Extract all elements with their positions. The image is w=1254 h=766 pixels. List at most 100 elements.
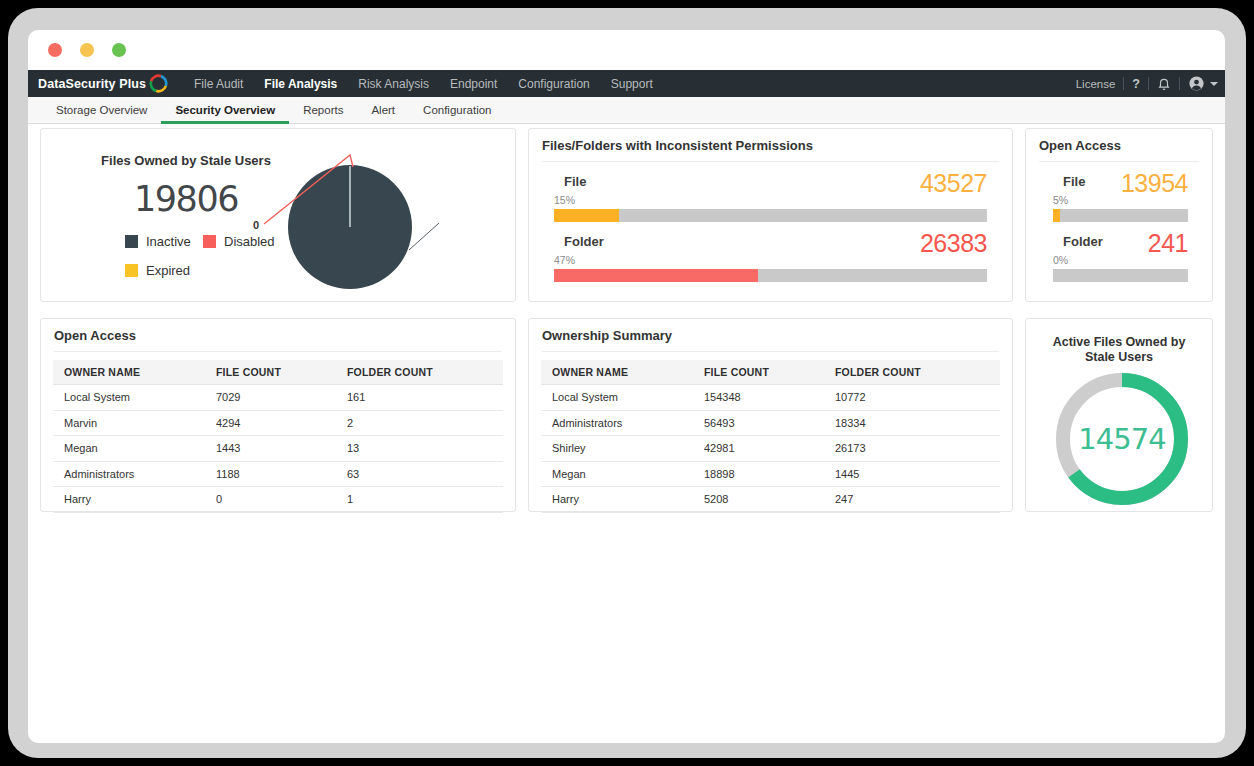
nav-right-actions: License ? xyxy=(1076,75,1225,92)
table-cell: 18334 xyxy=(824,417,1000,429)
card-title: Ownership Summary xyxy=(529,319,1012,351)
table-cell: 247 xyxy=(824,493,1000,505)
table-cell: 1188 xyxy=(205,468,336,480)
help-icon[interactable]: ? xyxy=(1132,77,1140,91)
table-header-row: OWNER NAMEFILE COUNTFOLDER COUNT xyxy=(53,360,503,385)
table-row: Local System7029161 xyxy=(53,385,503,411)
open-access-bars: File139545%Folder 241 0% xyxy=(1053,173,1188,293)
metric-progress-fill xyxy=(554,269,758,282)
card-inconsistent-permissions: Files/Folders with Inconsistent Permissi… xyxy=(528,128,1013,302)
table-cell: 26173 xyxy=(824,442,1000,454)
column-header-owner-name: OWNER NAME xyxy=(541,366,693,378)
legend-item-disabled: Disabled xyxy=(203,234,275,249)
table-row: Administrators118863 xyxy=(53,462,503,488)
metric-percent: 0% xyxy=(1053,254,1068,266)
nav-item-configuration[interactable]: Configuration xyxy=(518,77,589,91)
card-active-files-donut: Active Files Owned by Stale Users 14574 xyxy=(1025,318,1213,512)
app-logo[interactable]: DataSecurity Plus xyxy=(38,74,168,93)
metric-percent: 15% xyxy=(554,194,575,206)
metric-row-folder: Folder 26383 47% xyxy=(554,233,987,293)
tab-security-overview[interactable]: Security Overview xyxy=(161,97,289,123)
app-logo-text: DataSecurity Plus xyxy=(38,77,146,91)
tab-reports[interactable]: Reports xyxy=(289,97,357,123)
metric-value: 26383 xyxy=(920,230,987,256)
table-cell: Megan xyxy=(541,468,693,480)
tab-alert[interactable]: Alert xyxy=(357,97,409,123)
nav-item-endpoint[interactable]: Endpoint xyxy=(450,77,497,91)
nav-item-support[interactable]: Support xyxy=(611,77,653,91)
card-open-access-table: Open Access OWNER NAMEFILE COUNTFOLDER C… xyxy=(40,318,516,512)
metric-percent: 47% xyxy=(554,254,575,266)
divider xyxy=(542,161,999,162)
metric-percent: 5% xyxy=(1053,194,1068,206)
metric-progressbar xyxy=(1053,269,1188,282)
app-window: DataSecurity Plus File Audit File Analysi… xyxy=(28,30,1225,743)
brand-swirl-icon xyxy=(147,72,171,96)
active-files-donut-chart: 14574 xyxy=(1026,319,1212,511)
legend-swatch xyxy=(203,235,216,248)
table-header-row: OWNER NAMEFILE COUNTFOLDER COUNT xyxy=(541,360,1000,385)
open-access-table: OWNER NAMEFILE COUNTFOLDER COUNTLocal Sy… xyxy=(53,360,503,513)
nav-separator xyxy=(1123,77,1124,90)
table-cell: 10772 xyxy=(824,391,1000,403)
metric-value: 241 xyxy=(1148,230,1188,256)
minimize-window-button[interactable] xyxy=(80,43,94,57)
table-row: Shirley4298126173 xyxy=(541,436,1000,462)
table-cell: 63 xyxy=(336,468,503,480)
notifications-bell-icon[interactable] xyxy=(1157,76,1171,91)
table-cell: 154348 xyxy=(693,391,824,403)
table-row: Local System15434810772 xyxy=(541,385,1000,411)
user-menu-caret-icon[interactable] xyxy=(1210,82,1218,86)
screen-background: DataSecurity Plus File Audit File Analysi… xyxy=(8,8,1246,758)
table-row: Harry5208247 xyxy=(541,487,1000,513)
metric-progress-fill xyxy=(1053,209,1060,222)
metric-progressbar xyxy=(554,209,987,222)
close-window-button[interactable] xyxy=(48,43,62,57)
legend-swatch xyxy=(125,264,138,277)
card-title: Files Owned by Stale Users xyxy=(41,153,331,168)
window-titlebar xyxy=(28,30,1225,70)
table-cell: 4294 xyxy=(205,417,336,429)
table-cell: Shirley xyxy=(541,442,693,454)
table-cell: Marvin xyxy=(53,417,205,429)
table-cell: Megan xyxy=(53,442,205,454)
table-cell: Harry xyxy=(541,493,693,505)
metric-row-folder: Folder 241 0% xyxy=(1053,233,1188,293)
table-row: Megan188981445 xyxy=(541,462,1000,488)
table-cell: Administrators xyxy=(541,417,693,429)
nav-separator xyxy=(1148,77,1149,90)
metric-label: Folder xyxy=(564,234,604,249)
column-header-file-count: FILE COUNT xyxy=(693,366,824,378)
nav-separator xyxy=(1179,77,1180,90)
nav-item-risk-analysis[interactable]: Risk Analysis xyxy=(358,77,429,91)
column-header-owner-name: OWNER NAME xyxy=(53,366,205,378)
table-cell: 5208 xyxy=(693,493,824,505)
metric-label: Folder xyxy=(1063,234,1103,249)
metric-value: 43527 xyxy=(920,170,987,196)
tab-storage-overview[interactable]: Storage Overview xyxy=(42,97,161,123)
metric-progressbar xyxy=(1053,209,1188,222)
table-row: Megan144313 xyxy=(53,436,503,462)
column-header-folder-count: FOLDER COUNT xyxy=(824,366,1000,378)
table-cell: 161 xyxy=(336,391,503,403)
divider xyxy=(542,351,999,352)
metric-row-file: File4352715% xyxy=(554,173,987,233)
card-open-access-summary: Open Access File139545%Folder2410% xyxy=(1025,128,1213,302)
metric-progress-fill xyxy=(554,209,619,222)
tab-configuration[interactable]: Configuration xyxy=(409,97,505,123)
table-cell: 56493 xyxy=(693,417,824,429)
column-header-folder-count: FOLDER COUNT xyxy=(336,366,503,378)
metric-row-file: File139545% xyxy=(1053,173,1188,233)
table-cell: 1445 xyxy=(824,468,1000,480)
user-avatar-icon[interactable] xyxy=(1188,75,1205,92)
ownership-summary-table: OWNER NAMEFILE COUNTFOLDER COUNTLocal Sy… xyxy=(541,360,1000,513)
stale-users-total: 19806 xyxy=(41,175,331,223)
nav-item-file-audit[interactable]: File Audit xyxy=(194,77,243,91)
nav-item-file-analysis[interactable]: File Analysis xyxy=(264,77,337,91)
maximize-window-button[interactable] xyxy=(112,43,126,57)
card-files-owned-by-stale-users: 0 Files Owned by Stale Users 19806 Inact… xyxy=(40,128,516,302)
license-link[interactable]: License xyxy=(1076,78,1116,90)
divider xyxy=(54,351,502,352)
dashboard-content: 0 Files Owned by Stale Users 19806 Inact… xyxy=(28,124,1225,524)
column-header-file-count: FILE COUNT xyxy=(205,366,336,378)
